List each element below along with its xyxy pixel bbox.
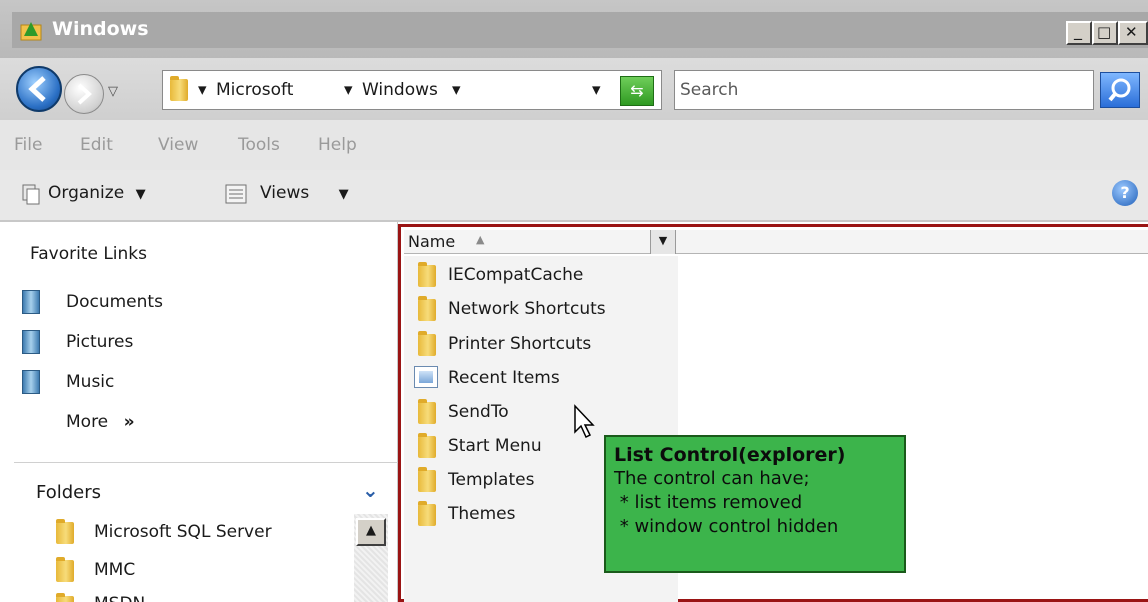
tree-item-microsoft-sql-server[interactable]: Microsoft SQL Server xyxy=(94,522,272,542)
breadcrumb-windows[interactable]: Windows xyxy=(362,80,438,100)
callout-title: List Control(explorer) xyxy=(614,444,846,466)
crumb-arrow-icon[interactable]: ▾ xyxy=(452,80,461,100)
favorite-link-documents[interactable]: Documents xyxy=(66,292,163,312)
list-item[interactable]: Printer Shortcuts xyxy=(448,334,591,354)
music-icon xyxy=(22,370,40,394)
folder-icon xyxy=(418,262,436,287)
tree-folder-icon xyxy=(56,593,74,602)
pictures-icon xyxy=(22,330,40,354)
list-item[interactable]: Templates xyxy=(448,470,534,490)
menu-tools[interactable]: Tools xyxy=(238,135,280,155)
menu-view[interactable]: View xyxy=(158,135,198,155)
more-links-button[interactable]: More » xyxy=(66,412,135,432)
views-button[interactable]: Views ▼ xyxy=(260,183,349,203)
annotation-callout: List Control(explorer) The control can h… xyxy=(604,435,906,573)
tree-folder-icon xyxy=(56,519,74,544)
breadcrumb-microsoft[interactable]: Microsoft xyxy=(216,80,293,100)
favorite-link-music[interactable]: Music xyxy=(66,372,114,392)
left-pane-divider xyxy=(14,462,398,463)
refresh-button[interactable]: ⇆ xyxy=(620,76,654,106)
forward-button[interactable] xyxy=(64,74,104,114)
tree-item-mmc[interactable]: MMC xyxy=(94,560,135,580)
callout-line: * list items removed xyxy=(614,492,803,513)
minimize-glyph: _ xyxy=(1074,21,1082,40)
list-item[interactable]: Start Menu xyxy=(448,436,542,456)
list-item[interactable]: Recent Items xyxy=(448,368,560,388)
shortcut-folder-icon xyxy=(414,366,438,388)
title-bar-strip xyxy=(12,12,1148,48)
sort-ascending-icon: ▲ xyxy=(476,233,485,246)
more-label: More xyxy=(66,412,109,432)
documents-icon xyxy=(22,290,40,314)
menu-edit[interactable]: Edit xyxy=(80,135,113,155)
maximize-button[interactable]: □ xyxy=(1092,21,1118,45)
navigation-pane xyxy=(0,222,398,602)
back-button[interactable] xyxy=(16,66,62,112)
folder-icon xyxy=(418,296,436,321)
window-title: Windows xyxy=(52,18,149,40)
tree-item-msdn[interactable]: MSDN xyxy=(94,594,145,602)
forward-arrow-icon xyxy=(77,83,92,105)
address-folder-icon xyxy=(170,76,188,101)
back-arrow-icon xyxy=(28,76,46,102)
column-header-name-label: Name xyxy=(408,232,456,251)
menu-file[interactable]: File xyxy=(14,135,42,155)
crumb-arrow-icon[interactable]: ▾ xyxy=(344,80,353,100)
favorite-link-pictures[interactable]: Pictures xyxy=(66,332,133,352)
search-button[interactable] xyxy=(1100,72,1140,108)
folder-icon xyxy=(418,467,436,492)
refresh-icon: ⇆ xyxy=(630,81,644,100)
help-icon[interactable]: ? xyxy=(1112,180,1138,206)
views-dropdown-icon: ▼ xyxy=(338,187,349,202)
close-glyph: ✕ xyxy=(1125,23,1138,41)
scroll-up-arrow-icon[interactable]: ▲ xyxy=(356,518,386,546)
column-filter-dropdown-icon[interactable]: ▼ xyxy=(650,230,676,254)
callout-line: The control can have; xyxy=(614,468,810,489)
organize-icon xyxy=(20,183,42,210)
recent-pages-dropdown-icon[interactable]: ▽ xyxy=(108,84,118,99)
list-item[interactable]: SendTo xyxy=(448,402,509,422)
folder-icon xyxy=(418,433,436,458)
organize-label: Organize xyxy=(48,183,125,203)
crumb-arrow-icon[interactable]: ▾ xyxy=(198,80,207,100)
tree-folder-icon xyxy=(56,557,74,582)
folders-collapse-icon[interactable]: ⌄ xyxy=(362,478,379,502)
list-item[interactable]: Themes xyxy=(448,504,516,524)
organize-dropdown-icon: ▼ xyxy=(135,187,146,202)
menu-help[interactable]: Help xyxy=(318,135,357,155)
close-button[interactable]: ✕ xyxy=(1118,21,1148,45)
views-icon xyxy=(224,183,248,210)
favorite-links-title: Favorite Links xyxy=(30,244,148,264)
folder-icon xyxy=(418,331,436,356)
folder-icon xyxy=(418,501,436,526)
search-placeholder: Search xyxy=(680,80,739,100)
command-bar xyxy=(0,170,1148,220)
folder-app-icon xyxy=(20,20,42,42)
organize-button[interactable]: Organize ▼ xyxy=(48,183,146,203)
callout-line: * window control hidden xyxy=(614,516,839,537)
list-item[interactable]: Network Shortcuts xyxy=(448,299,606,319)
folder-icon xyxy=(418,399,436,424)
folders-title[interactable]: Folders xyxy=(36,482,101,503)
minimize-button[interactable]: _ xyxy=(1066,21,1092,45)
list-item[interactable]: IECompatCache xyxy=(448,265,583,285)
search-icon xyxy=(1108,78,1131,102)
address-history-dropdown-icon[interactable]: ▾ xyxy=(592,80,601,100)
maximize-glyph: □ xyxy=(1097,23,1112,41)
mouse-cursor-icon xyxy=(573,404,597,445)
views-label: Views xyxy=(260,183,310,203)
more-chevron-icon: » xyxy=(123,412,135,432)
